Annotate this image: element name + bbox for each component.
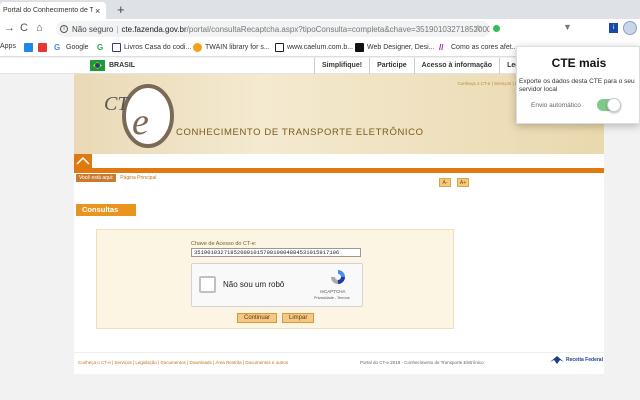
breadcrumb-here: Você está aqui:	[76, 174, 117, 182]
cte-logo[interactable]: CT e	[102, 78, 182, 148]
site-footer: Conheça o CT-e | Serviços | Legislação |…	[74, 352, 604, 370]
bookmark-item[interactable]	[38, 43, 50, 52]
recaptcha-icon	[331, 270, 345, 284]
bookmark-label: Como as cores afet...	[451, 44, 518, 51]
consulta-form: Chave de Acesso do CT-e: 351901032718520…	[96, 229, 454, 329]
browser-toolbar: → C ⌂ i Não seguro | cte.fazenda.gov.br …	[0, 19, 640, 39]
font-size-controls: A- A+	[439, 178, 469, 187]
auto-send-label: Envio automático	[531, 101, 581, 109]
home-icon[interactable]	[74, 154, 92, 168]
recaptcha-widget: Não sou um robô reCAPTCHA Privacidade - …	[191, 263, 363, 307]
font-decrease-button[interactable]: A-	[439, 178, 451, 187]
insecure-label: Não seguro	[72, 24, 114, 34]
extension-blue-icon[interactable]: i	[609, 23, 618, 33]
access-key-input[interactable]: 3519010327185200010157001000488453101591…	[191, 248, 361, 257]
svg-text:e: e	[132, 101, 149, 143]
access-key-label: Chave de Acesso do CT-e:	[191, 241, 257, 247]
footer-links[interactable]: Conheça o CT-e | Serviços | Legislação |…	[78, 360, 288, 365]
cte-mais-popup: CTE mais Exporte os dados desta CTE para…	[516, 46, 640, 124]
clear-button[interactable]: Limpar	[282, 313, 315, 323]
font-increase-button[interactable]: A+	[457, 178, 469, 187]
back-icon[interactable]: →	[4, 22, 15, 34]
bookmark-webdesigner[interactable]: Web Designer, Desi...	[355, 43, 435, 52]
extension-v-icon[interactable]: ▼	[563, 22, 572, 32]
brazil-flag-icon	[90, 60, 105, 71]
tab-title: Portal do Conhecimento de Transporte	[3, 7, 93, 14]
bookmark-cores[interactable]: // Como as cores afet...	[439, 43, 518, 52]
address-bar[interactable]: i Não seguro | cte.fazenda.gov.br /porta…	[56, 21, 490, 37]
popup-title: CTE mais	[551, 56, 607, 70]
bookmark-icon	[112, 43, 121, 52]
recaptcha-brand: reCAPTCHA	[320, 289, 346, 294]
recaptcha-checkbox[interactable]	[199, 276, 216, 293]
bookmark-label: Google	[66, 44, 89, 51]
bookmark-label: Livros Casa do codi...	[124, 44, 192, 51]
gov-link-simplifique[interactable]: Simplifique!	[314, 58, 369, 74]
auto-send-row: Envio automático	[531, 98, 621, 112]
gov-links: Simplifique! Participe Acesso à informaç…	[314, 58, 542, 74]
bookmark-label: TWAIN library for s...	[205, 44, 270, 51]
continue-button[interactable]: Continuar	[237, 313, 278, 323]
info-icon[interactable]: i	[60, 25, 68, 33]
twain-icon	[193, 43, 202, 52]
caelum-icon	[275, 43, 284, 52]
tab-strip: Portal do Conhecimento de Transporte × +	[0, 0, 640, 19]
section-title: Consultas	[76, 204, 136, 216]
webdesigner-icon	[355, 43, 364, 52]
bookmark-red-icon	[38, 43, 47, 52]
bookmark-item[interactable]	[24, 43, 36, 52]
reload-icon[interactable]: C	[20, 22, 28, 34]
banner-title: CONHECIMENTO DE TRANSPORTE ELETRÔNICO	[176, 127, 424, 138]
bookmark-label: www.caelum.com.b...	[287, 44, 354, 51]
breadcrumb-home-link[interactable]: Página Principal	[120, 175, 156, 181]
bookmark-star-icon[interactable]: ☆	[474, 23, 482, 34]
bookmark-apps[interactable]: Apps	[0, 43, 16, 50]
bookmark-item[interactable]: G	[97, 43, 109, 52]
bookmark-label: Web Designer, Desi...	[367, 44, 435, 51]
auto-send-toggle[interactable]	[596, 98, 621, 112]
recaptcha-terms[interactable]: Privacidade - Termos	[314, 296, 350, 300]
url-host: cte.fazenda.gov.br	[121, 24, 187, 34]
footer-copyright: Portal do CT-e 2019 - Conhecimento de Tr…	[360, 360, 484, 365]
bookmark-twain[interactable]: TWAIN library for s...	[193, 43, 270, 52]
gov-link-acesso[interactable]: Acesso à informação	[413, 58, 499, 74]
recaptcha-label: Não sou um robô	[223, 280, 285, 289]
orange-divider	[74, 168, 604, 173]
breadcrumb: Você está aqui: Página Principal	[76, 174, 156, 182]
receita-federal-logo[interactable]: Receita Federal	[550, 356, 603, 364]
google-g-icon: G	[97, 43, 104, 52]
new-tab-button[interactable]: +	[117, 2, 125, 17]
bookmark-caelum[interactable]: www.caelum.com.b...	[275, 43, 353, 52]
receita-federal-icon	[550, 356, 564, 364]
close-icon[interactable]: ×	[95, 6, 100, 16]
bookmark-blue-icon	[24, 43, 33, 52]
browser-tab[interactable]: Portal do Conhecimento de Transporte ×	[0, 2, 106, 19]
extension-green-icon[interactable]	[493, 25, 500, 32]
bookmark-livros[interactable]: Livros Casa do codi...	[112, 43, 191, 52]
receita-federal-label: Receita Federal	[566, 357, 603, 363]
popup-description: Exporte os dados desta CTE para o seu se…	[519, 78, 635, 93]
country-label[interactable]: BRASIL	[109, 62, 135, 69]
gov-link-participe[interactable]: Participe	[369, 58, 414, 74]
url-path: /portal/consultaRecaptcha.aspx?tipoConsu…	[186, 24, 490, 34]
bookmark-label: Apps	[0, 43, 16, 50]
cte-mais-extension-icon[interactable]	[623, 21, 637, 35]
form-buttons: Continuar Limpar	[237, 313, 315, 323]
bookmark-google[interactable]: G Google	[54, 43, 89, 52]
address-separator: |	[116, 24, 119, 34]
colors-icon: //	[439, 43, 444, 52]
svg-text:CT: CT	[104, 93, 130, 115]
home-icon[interactable]: ⌂	[36, 22, 43, 34]
google-icon: G	[54, 43, 61, 52]
